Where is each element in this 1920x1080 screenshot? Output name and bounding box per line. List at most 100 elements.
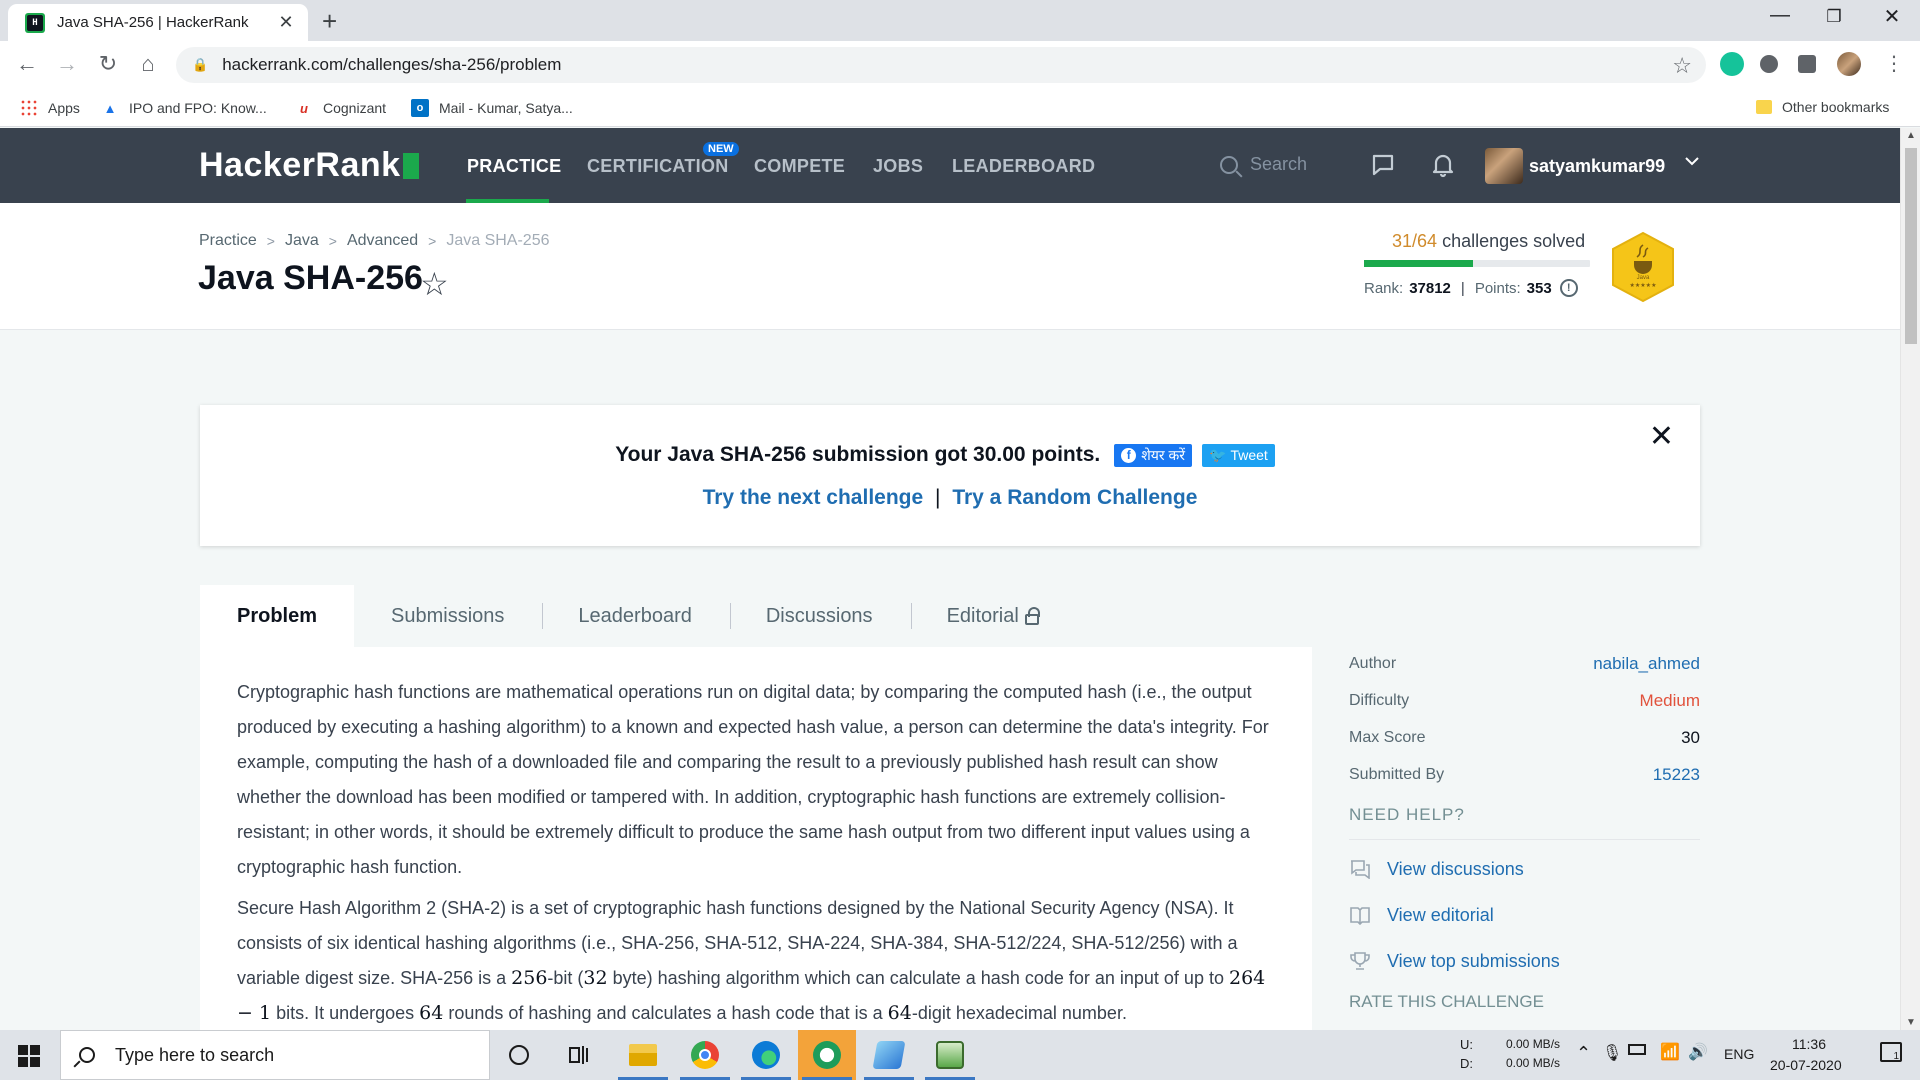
clock-time[interactable]: 11:36: [1792, 1036, 1826, 1052]
action-center-icon[interactable]: 1: [1880, 1042, 1902, 1062]
grammarly-extension-icon[interactable]: [1720, 52, 1744, 76]
challenges-solved: 31/64 challenges solved: [1392, 231, 1585, 252]
search-icon: [1220, 155, 1238, 174]
banner-links: Try the next challenge | Try a Random Ch…: [200, 486, 1700, 510]
difficulty-value: Medium: [1639, 690, 1700, 710]
search-icon: [79, 1047, 95, 1063]
bookmark-ipo[interactable]: ▲ IPO and FPO: Know...: [101, 99, 267, 117]
bookmark-mail[interactable]: o Mail - Kumar, Satya...: [411, 99, 573, 117]
language-indicator[interactable]: ENG: [1724, 1046, 1754, 1062]
reload-icon[interactable]: ↻: [94, 51, 122, 77]
other-bookmarks[interactable]: Other bookmarks: [1756, 99, 1889, 115]
random-challenge-link[interactable]: Try a Random Challenge: [952, 486, 1197, 509]
problem-statement: Cryptographic hash functions are mathema…: [200, 647, 1312, 1047]
greenshot-app-icon[interactable]: [798, 1030, 856, 1080]
tweet-button[interactable]: 🐦 Tweet: [1202, 443, 1275, 467]
new-badge: NEW: [703, 142, 739, 156]
clock-date[interactable]: 20-07-2020: [1770, 1057, 1842, 1073]
detail-submitted-by: Submitted By 15223: [1349, 764, 1700, 785]
scroll-up-icon[interactable]: ▲: [1906, 130, 1916, 141]
hackerrank-logo[interactable]: HackerRank: [199, 146, 419, 185]
nav-compete[interactable]: COMPETE: [754, 156, 845, 177]
facebook-icon: f: [1121, 447, 1137, 463]
notifications-bell-icon[interactable]: [1429, 152, 1457, 180]
book-icon: [1349, 905, 1371, 926]
close-tab-icon[interactable]: ✕: [276, 12, 296, 33]
next-challenge-link[interactable]: Try the next challenge: [703, 486, 924, 509]
extensions-puzzle-icon[interactable]: [1798, 55, 1816, 73]
nav-certification[interactable]: CERTIFICATION: [587, 156, 729, 177]
tray-chevron-up-icon[interactable]: ⌃: [1576, 1043, 1591, 1064]
tab-problem[interactable]: Problem: [200, 585, 355, 647]
wifi-icon[interactable]: 📶: [1660, 1042, 1680, 1062]
user-avatar[interactable]: [1485, 148, 1523, 184]
view-top-submissions-link[interactable]: View top submissions: [1349, 938, 1700, 984]
nav-jobs[interactable]: JOBS: [873, 156, 923, 177]
browser-tab[interactable]: H Java SHA-256 | HackerRank ✕: [8, 4, 308, 41]
microphone-icon[interactable]: 🎙: [1602, 1043, 1622, 1063]
bookmark-apps[interactable]: Apps: [20, 99, 80, 117]
new-tab-icon[interactable]: +: [322, 6, 337, 37]
outlook-icon: o: [411, 99, 429, 117]
system-tray: U: D: 0.00 MB/s 0.00 MB/s ⌃ 🎙 📶 🔊 ENG 11…: [1440, 1030, 1920, 1080]
breadcrumb-java[interactable]: Java: [285, 232, 319, 250]
chrome-icon[interactable]: [676, 1030, 734, 1080]
file-explorer-icon[interactable]: [614, 1030, 672, 1080]
back-icon[interactable]: ←: [13, 51, 41, 77]
window-close-icon[interactable]: ✕: [1864, 4, 1920, 29]
scroll-down-icon[interactable]: ▼: [1906, 1017, 1916, 1028]
tab-leaderboard[interactable]: Leaderboard: [542, 585, 692, 647]
bookmark-cognizant[interactable]: u Cognizant: [295, 99, 386, 117]
nav-leaderboard[interactable]: LEADERBOARD: [952, 156, 1095, 177]
view-editorial-link[interactable]: View editorial: [1349, 892, 1700, 938]
breadcrumb-advanced[interactable]: Advanced: [347, 232, 418, 250]
messages-icon[interactable]: [1369, 152, 1397, 180]
cortana-circle-icon[interactable]: [490, 1030, 548, 1080]
info-icon[interactable]: !: [1559, 279, 1578, 297]
restore-icon[interactable]: ❐: [1806, 7, 1862, 27]
volume-icon[interactable]: 🔊: [1688, 1042, 1708, 1062]
battery-icon[interactable]: [1628, 1044, 1646, 1055]
breadcrumb-practice[interactable]: Practice: [199, 232, 257, 250]
taskbar-search-input[interactable]: Type here to search: [60, 1030, 490, 1080]
forward-icon[interactable]: →: [53, 51, 81, 77]
chevron-right-icon: >: [266, 233, 275, 249]
java-badge[interactable]: Java ★★★★★: [1610, 231, 1676, 303]
tab-discussions[interactable]: Discussions: [729, 585, 873, 647]
minimize-icon[interactable]: —: [1752, 4, 1808, 27]
address-bar-row: ← → ↻ ⌂ 🔒 hackerrank.com/challenges/sha-…: [0, 41, 1920, 89]
tab-editorial[interactable]: Editorial: [910, 585, 1040, 647]
net-upload-speed: 0.00 MB/s: [1506, 1037, 1561, 1051]
submitted-by-link[interactable]: 15223: [1653, 765, 1700, 785]
nav-practice[interactable]: PRACTICE: [467, 156, 561, 177]
task-view-icon[interactable]: [551, 1030, 609, 1080]
need-help-heading: NEED HELP?: [1349, 805, 1700, 840]
solved-progress-fill: [1364, 260, 1474, 267]
username[interactable]: satyamkumar99: [1529, 156, 1665, 177]
header-search[interactable]: Search: [1220, 154, 1307, 175]
trophy-icon: [1349, 951, 1371, 971]
page-title: Java SHA-256: [198, 259, 423, 297]
cognizant-logo-icon: u: [300, 100, 308, 116]
url-input[interactable]: 🔒 hackerrank.com/challenges/sha-256/prob…: [176, 47, 1706, 83]
solved-label: challenges solved: [1442, 231, 1586, 251]
bookmark-star-icon[interactable]: ☆: [420, 265, 449, 303]
author-link[interactable]: nabila_ahmed: [1593, 654, 1700, 674]
chevron-down-icon[interactable]: [1683, 152, 1701, 176]
page-scrollbar[interactable]: ▲ ▼: [1900, 128, 1920, 1030]
view-discussions-link[interactable]: View discussions: [1349, 846, 1700, 892]
home-icon[interactable]: ⌂: [134, 51, 162, 77]
edge-icon[interactable]: [737, 1030, 795, 1080]
image-viewer-icon[interactable]: [921, 1030, 979, 1080]
detail-difficulty: Difficulty Medium: [1349, 690, 1700, 710]
browser-menu-icon[interactable]: ⋮: [1880, 51, 1908, 76]
bookmark-star-icon[interactable]: ☆: [1672, 53, 1692, 79]
facebook-share-button[interactable]: f शेयर करें: [1114, 443, 1193, 467]
tab-submissions[interactable]: Submissions: [391, 585, 504, 647]
profile-avatar-icon[interactable]: [1837, 52, 1861, 76]
extension-circle-icon[interactable]: [1760, 55, 1778, 73]
scrollbar-thumb[interactable]: [1905, 148, 1917, 344]
paint-app-icon[interactable]: [860, 1030, 918, 1080]
close-icon[interactable]: ✕: [1649, 419, 1674, 454]
windows-start-icon[interactable]: [18, 1045, 40, 1067]
